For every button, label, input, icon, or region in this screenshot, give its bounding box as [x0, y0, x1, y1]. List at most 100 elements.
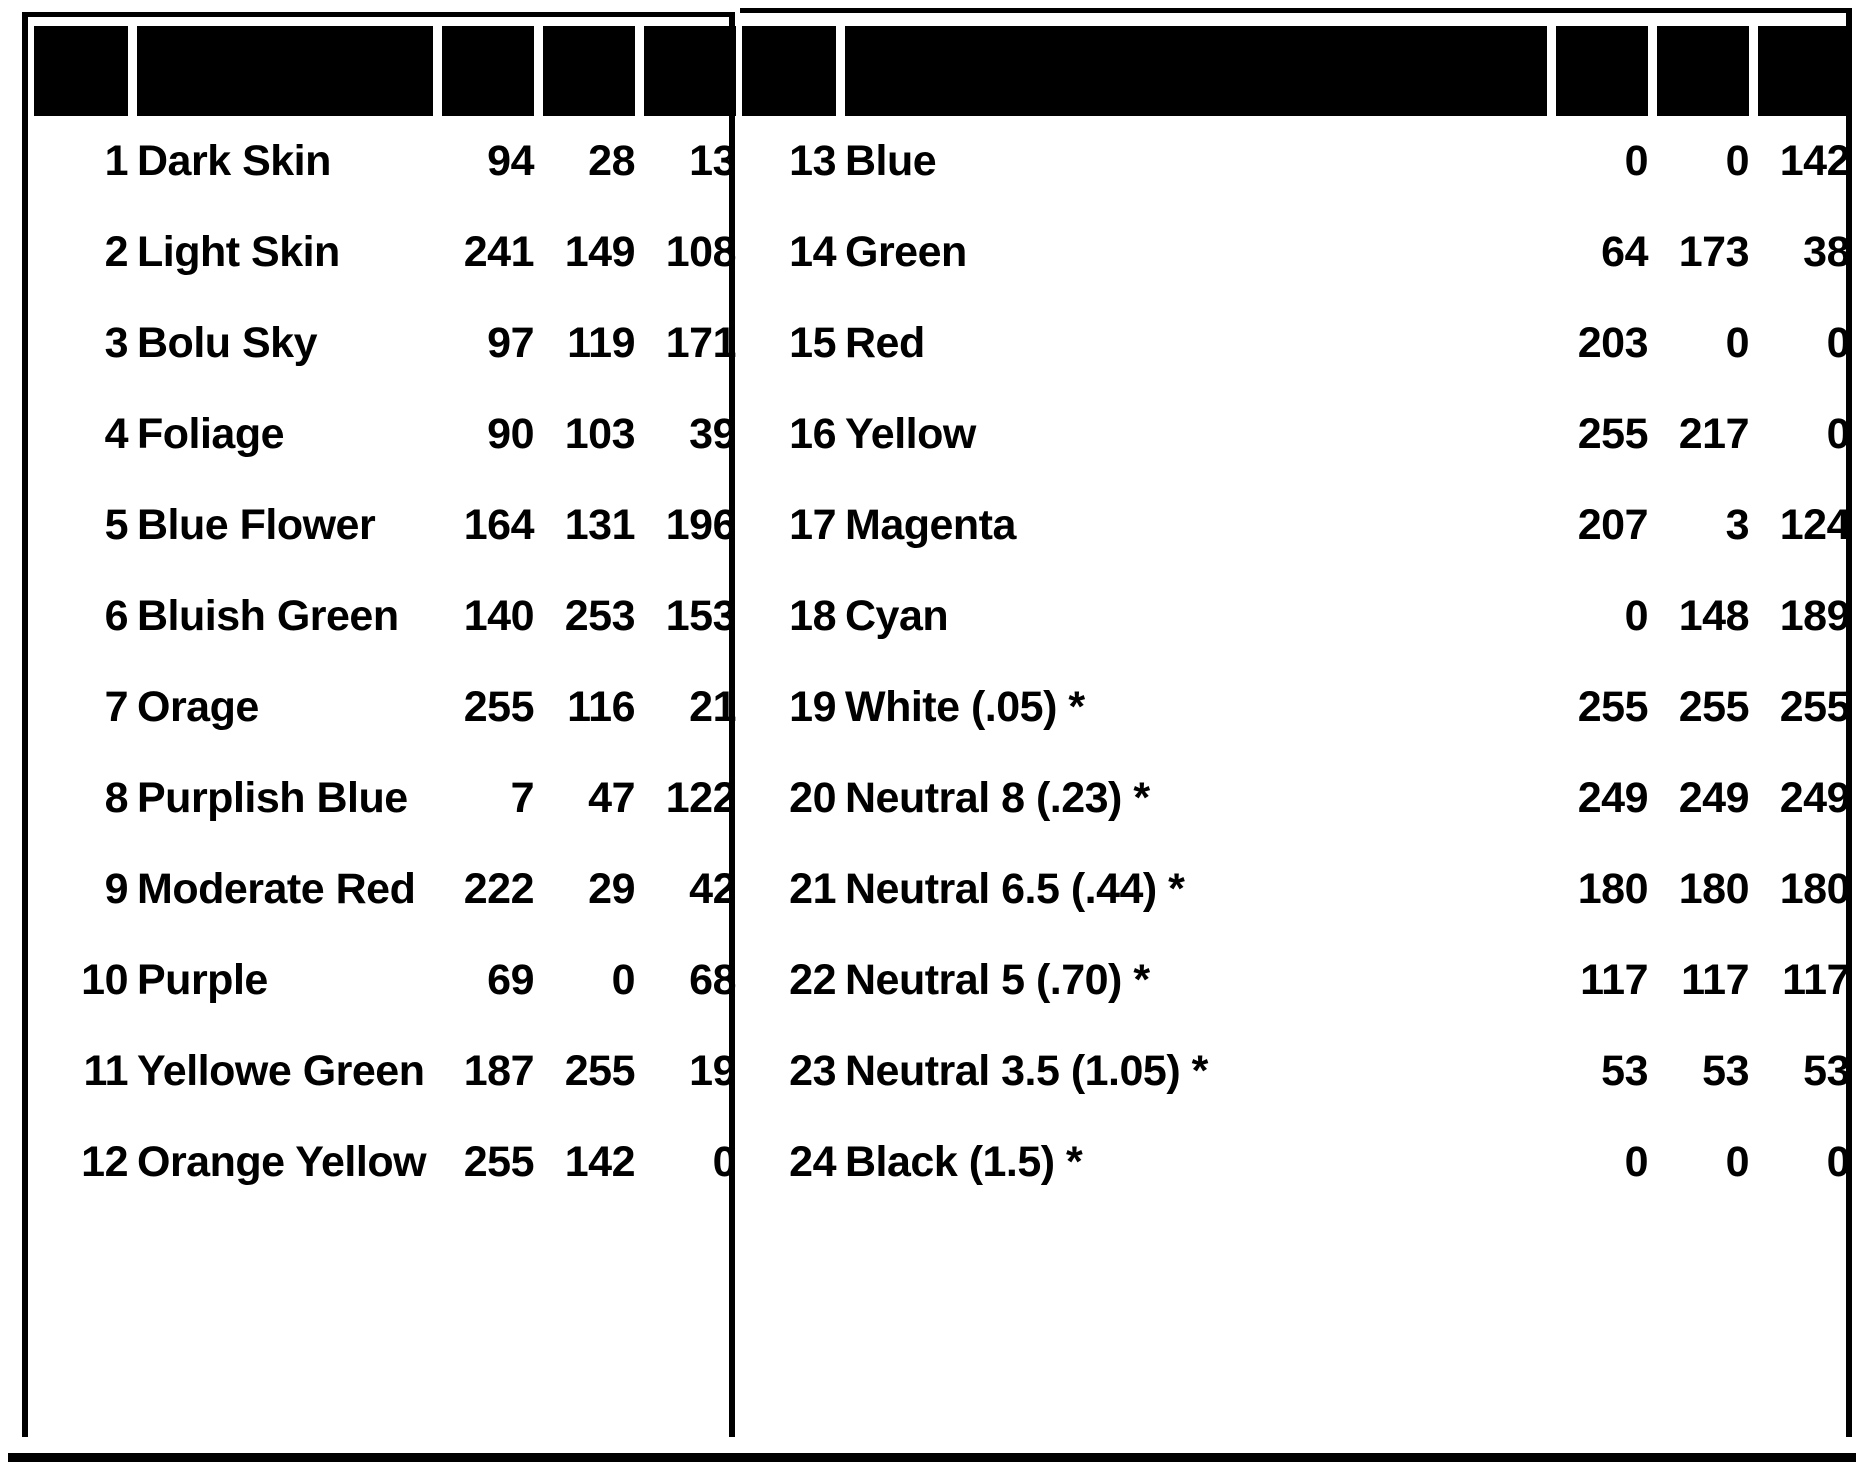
left-cell-gap-4	[635, 1026, 644, 1117]
left-header-gap-3	[534, 26, 543, 116]
table-row: 3 Bolu Sky 97 119 171	[34, 298, 737, 389]
right-cell-gap-2	[1547, 298, 1556, 389]
right-cell-gap-1	[836, 298, 845, 389]
right-row-index: 15	[789, 319, 836, 367]
left-row-index: 5	[104, 501, 129, 549]
right-cell-gap-2	[1547, 662, 1556, 753]
left-cell-gap-4	[635, 662, 644, 753]
left-cell-gap-3	[534, 1026, 543, 1117]
table-row: 17 Magenta 207 3 124	[742, 480, 1850, 571]
right-header-gap-1	[836, 26, 845, 116]
right-cell-gap-2	[1547, 116, 1556, 207]
right-cell-gap-4	[1749, 662, 1758, 753]
right-table-body: 13 Blue 0 0 142 14 Green 64 173 38 15 Red 203 0 0 16 Yel…	[742, 116, 1850, 1208]
right-cell-gap-4	[1749, 480, 1758, 571]
left-header-row	[34, 26, 736, 116]
left-row-index: 1	[104, 137, 129, 185]
left-cell-gap-1	[128, 1026, 137, 1117]
left-cell-gap-3	[534, 844, 543, 935]
left-row-blue-value: 19	[689, 1047, 736, 1095]
table-row: 22 Neutral 5 (.70) * 117 117 117	[742, 935, 1850, 1026]
right-row-red-value: 203	[1577, 319, 1649, 367]
right-row-green-value: 180	[1678, 865, 1750, 913]
left-row-index: 2	[104, 228, 129, 276]
right-row-red-value: 207	[1577, 501, 1649, 549]
right-row-patch-name: Neutral 8 (.23) *	[845, 774, 1150, 822]
left-row-patch-name: Moderate Red	[137, 865, 416, 913]
left-header-cell-index	[34, 26, 128, 116]
right-row-green-value: 255	[1678, 683, 1750, 731]
right-cell-gap-2	[1547, 844, 1556, 935]
right-row-red-value: 0	[1624, 1138, 1649, 1186]
right-row-green-value: 217	[1678, 410, 1750, 458]
right-row-green-value: 148	[1678, 592, 1750, 640]
left-cell-gap-4	[635, 480, 644, 571]
left-row-blue-value: 42	[689, 865, 736, 913]
left-cell-gap-2	[433, 480, 442, 571]
right-header-cell-name	[845, 26, 1547, 116]
left-row-red-value: 241	[463, 228, 535, 276]
table-row: 15 Red 203 0 0	[742, 298, 1850, 389]
left-row-blue-value: 122	[665, 774, 737, 822]
left-cell-gap-2	[433, 571, 442, 662]
left-cell-gap-3	[534, 662, 543, 753]
left-row-red-value: 90	[487, 410, 534, 458]
table-row: 23 Neutral 3.5 (1.05) * 53 53 53	[742, 1026, 1850, 1117]
right-row-index: 17	[789, 501, 836, 549]
right-row-index: 21	[789, 865, 836, 913]
right-row-blue-value: 180	[1779, 865, 1851, 913]
table-row: 16 Yellow 255 217 0	[742, 389, 1850, 480]
left-cell-gap-1	[128, 844, 137, 935]
right-row-blue-value: 255	[1779, 683, 1851, 731]
left-row-patch-name: Yellowe Green	[137, 1047, 425, 1095]
right-row-blue-value: 189	[1779, 592, 1851, 640]
table-row: 11 Yellowe Green 187 255 19	[34, 1026, 737, 1117]
right-cell-gap-4	[1749, 207, 1758, 298]
table-row: 24 Black (1.5) * 0 0 0	[742, 1117, 1850, 1208]
right-row-index: 16	[789, 410, 836, 458]
right-cell-gap-3	[1648, 571, 1657, 662]
right-cell-gap-4	[1749, 844, 1758, 935]
left-cell-gap-3	[534, 1117, 543, 1208]
left-header-cell-green	[543, 26, 635, 116]
left-row-index: 11	[83, 1047, 129, 1095]
left-row-red-value: 7	[510, 774, 535, 822]
left-row-index: 7	[104, 683, 129, 731]
left-header-cell-name	[137, 26, 433, 116]
left-cell-gap-2	[433, 935, 442, 1026]
left-row-green-value: 0	[611, 956, 636, 1004]
left-cell-gap-1	[128, 207, 137, 298]
right-cell-gap-2	[1547, 753, 1556, 844]
left-row-green-value: 142	[564, 1138, 636, 1186]
table-row: 13 Blue 0 0 142	[742, 116, 1850, 207]
left-row-patch-name: Orange Yellow	[137, 1138, 427, 1186]
left-cell-gap-4	[635, 935, 644, 1026]
left-row-blue-value: 0	[712, 1138, 737, 1186]
right-cell-gap-3	[1648, 389, 1657, 480]
left-row-blue-value: 13	[689, 137, 736, 185]
left-row-index: 9	[104, 865, 129, 913]
right-header-gap-3	[1648, 26, 1657, 116]
right-table-header	[742, 26, 1850, 116]
right-row-red-value: 117	[1580, 956, 1648, 1004]
right-row-blue-value: 142	[1779, 137, 1851, 185]
right-cell-gap-4	[1749, 298, 1758, 389]
right-row-index: 13	[789, 137, 836, 185]
figure-page: 1 Dark Skin 94 28 13 2 Light Skin 241 149 108 3 Bol…	[0, 0, 1867, 1477]
right-row-patch-name: Black (1.5) *	[845, 1138, 1083, 1186]
right-row-patch-name: Neutral 3.5 (1.05) *	[845, 1047, 1208, 1095]
left-row-green-value: 131	[564, 501, 636, 549]
right-cell-gap-2	[1547, 480, 1556, 571]
left-row-blue-value: 108	[665, 228, 737, 276]
left-cell-gap-3	[534, 571, 543, 662]
table-row: 6 Bluish Green 140 253 153	[34, 571, 737, 662]
right-table-grid: 13 Blue 0 0 142 14 Green 64 173 38 15 Red 203 0 0 16 Yel…	[742, 26, 1851, 1208]
right-header-cell-blue	[1758, 26, 1850, 116]
table-row: 12 Orange Yellow 255 142 0	[34, 1117, 736, 1208]
right-row-patch-name: Blue	[845, 137, 937, 185]
right-cell-gap-3	[1648, 1117, 1657, 1208]
right-row-red-value: 255	[1577, 683, 1649, 731]
left-row-red-value: 97	[487, 319, 534, 367]
left-cell-gap-3	[534, 298, 543, 389]
left-row-blue-value: 68	[689, 956, 736, 1004]
